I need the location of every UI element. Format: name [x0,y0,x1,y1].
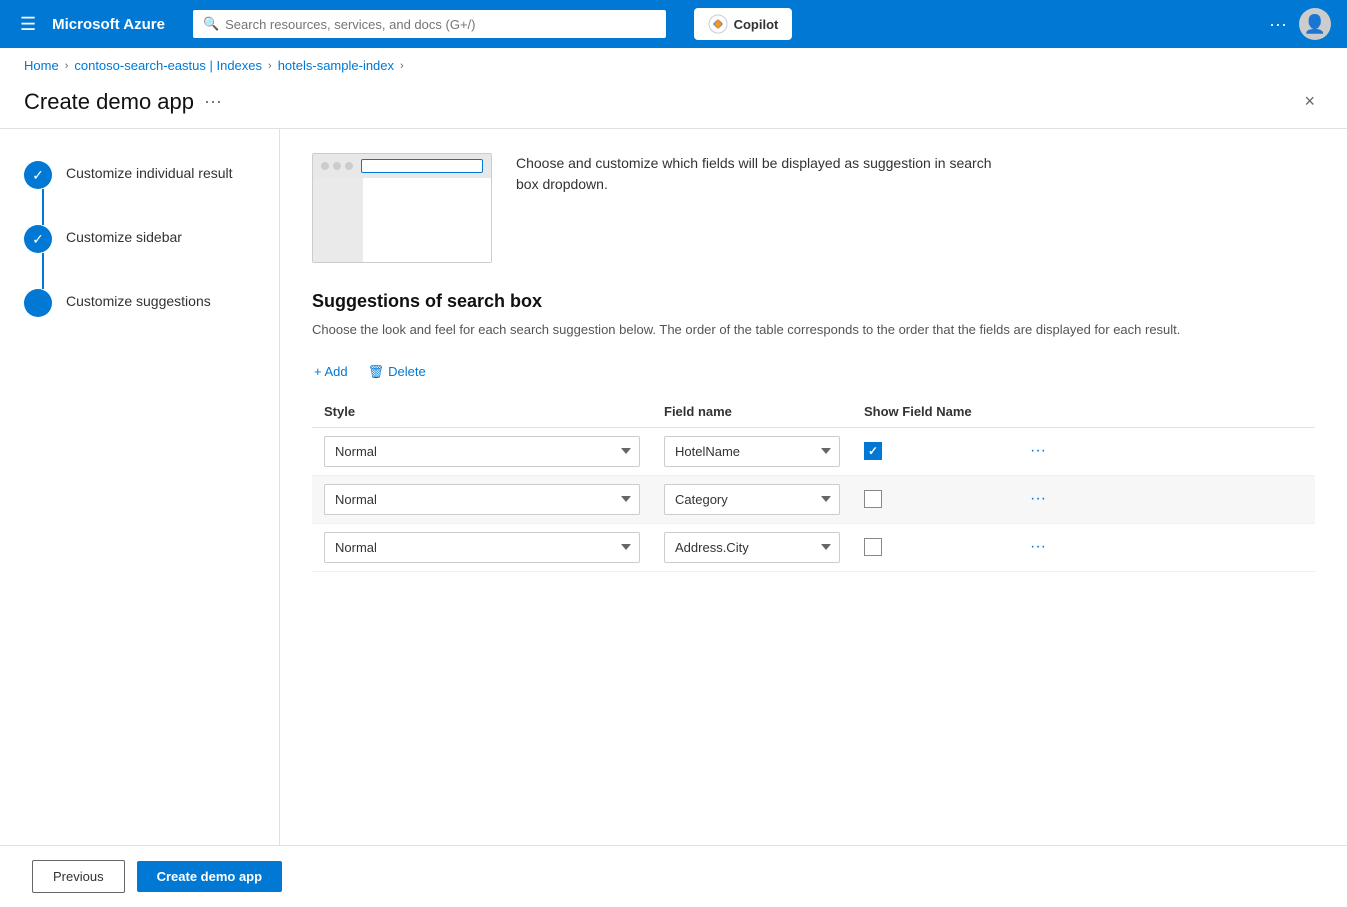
step-item-3: Customize suggestions [24,289,255,317]
suggestions-table: Style Field name Show Field Name NormalB… [312,396,1315,572]
main-layout: ✓ Customize individual result ✓ Customiz… [0,129,1347,845]
browser-right-panel [363,178,491,262]
top-nav: ☰ Microsoft Azure 🔍 Copilot ··· 👤 [0,0,1347,48]
row-actions-cell: ··· [1012,427,1315,475]
brand-name: Microsoft Azure [52,16,165,33]
step-label-2: Customize sidebar [66,225,182,245]
preview-area: Choose and customize which fields will b… [312,153,1315,263]
global-search-input[interactable] [225,17,655,32]
step-label-1: Customize individual result [66,161,233,181]
page-title: Create demo app [24,89,194,115]
show-field-cell [852,523,1012,571]
delete-button[interactable]: 🗑 Delete [366,360,428,384]
row-actions-cell: ··· [1012,523,1315,571]
section-desc: Choose the look and feel for each search… [312,320,1315,340]
create-demo-app-button[interactable]: Create demo app [137,861,282,892]
field-name-dropdown[interactable]: HotelNameCategoryAddress.CityDescription [664,484,840,515]
table-row: NormalBoldItalic HotelNameCategoryAddress… [312,475,1315,523]
breadcrumb-sep-1: › [65,60,69,72]
page-title-more-icon[interactable]: ··· [204,91,222,112]
style-cell: NormalBoldItalic [312,427,652,475]
field-name-cell: HotelNameCategoryAddress.CityDescription [652,523,852,571]
field-name-cell: HotelNameCategoryAddress.CityDescription [652,475,852,523]
step-connector-1 [42,189,44,225]
trash-icon: 🗑 [368,364,385,380]
breadcrumb-sep-2: › [268,60,272,72]
previous-button[interactable]: Previous [32,860,125,893]
step-circle-2: ✓ [24,225,52,253]
field-name-dropdown[interactable]: HotelNameCategoryAddress.CityDescription [664,436,840,467]
close-button[interactable]: × [1296,87,1323,116]
show-field-checkbox[interactable] [864,538,882,556]
table-row: NormalBoldItalic HotelNameCategoryAddress… [312,523,1315,571]
step-item-1: ✓ Customize individual result [24,161,255,189]
field-name-dropdown[interactable]: HotelNameCategoryAddress.CityDescription [664,532,840,563]
preview-description: Choose and customize which fields will b… [516,153,996,195]
browser-dot-2 [333,162,341,170]
breadcrumb-index-service[interactable]: contoso-search-eastus | Indexes [74,58,262,73]
row-more-icon[interactable]: ··· [1024,440,1052,461]
style-dropdown[interactable]: NormalBoldItalic [324,532,640,563]
field-name-cell: HotelNameCategoryAddress.CityDescription [652,427,852,475]
content-panel: Choose and customize which fields will b… [280,129,1347,845]
breadcrumb-sep-3: › [400,60,404,72]
browser-left-panel [313,178,363,262]
col-header-show: Show Field Name [852,396,1012,428]
search-icon: 🔍 [203,16,219,32]
step-circle-1: ✓ [24,161,52,189]
hamburger-icon[interactable]: ☰ [16,10,40,39]
step-connector-2 [42,253,44,289]
browser-dot-3 [345,162,353,170]
global-search-bar: 🔍 [193,10,666,38]
row-actions-cell: ··· [1012,475,1315,523]
steps-sidebar: ✓ Customize individual result ✓ Customiz… [0,129,280,845]
style-cell: NormalBoldItalic [312,475,652,523]
col-header-field: Field name [652,396,852,428]
style-dropdown[interactable]: NormalBoldItalic [324,436,640,467]
user-avatar[interactable]: 👤 [1299,8,1331,40]
browser-bar [313,154,491,178]
step-item-2: ✓ Customize sidebar [24,225,255,253]
copilot-label: Copilot [734,17,779,32]
browser-dot-1 [321,162,329,170]
step-circle-3 [24,289,52,317]
browser-body [313,178,491,262]
col-header-actions [1012,396,1315,428]
browser-mockup [312,153,492,263]
add-button[interactable]: + Add [312,360,350,383]
copilot-button[interactable]: Copilot [694,8,793,40]
style-cell: NormalBoldItalic [312,523,652,571]
style-dropdown[interactable]: NormalBoldItalic [324,484,640,515]
nav-more-icon[interactable]: ··· [1269,14,1287,35]
breadcrumb-home[interactable]: Home [24,58,59,73]
copilot-icon [708,14,728,34]
row-more-icon[interactable]: ··· [1024,536,1052,557]
row-more-icon[interactable]: ··· [1024,488,1052,509]
page-title-bar: Create demo app ··· × [0,83,1347,129]
section-title: Suggestions of search box [312,291,1315,312]
browser-search-mockup [361,159,483,173]
breadcrumb-index-name[interactable]: hotels-sample-index [278,58,394,73]
col-header-style: Style [312,396,652,428]
show-field-checkbox[interactable] [864,442,882,460]
footer-bar: Previous Create demo app [0,845,1347,907]
step-label-3: Customize suggestions [66,289,211,309]
show-field-cell [852,427,1012,475]
show-field-cell [852,475,1012,523]
breadcrumb: Home › contoso-search-eastus | Indexes ›… [0,48,1347,83]
show-field-checkbox[interactable] [864,490,882,508]
table-row: NormalBoldItalic HotelNameCategoryAddress… [312,427,1315,475]
table-toolbar: + Add 🗑 Delete [312,360,1315,384]
